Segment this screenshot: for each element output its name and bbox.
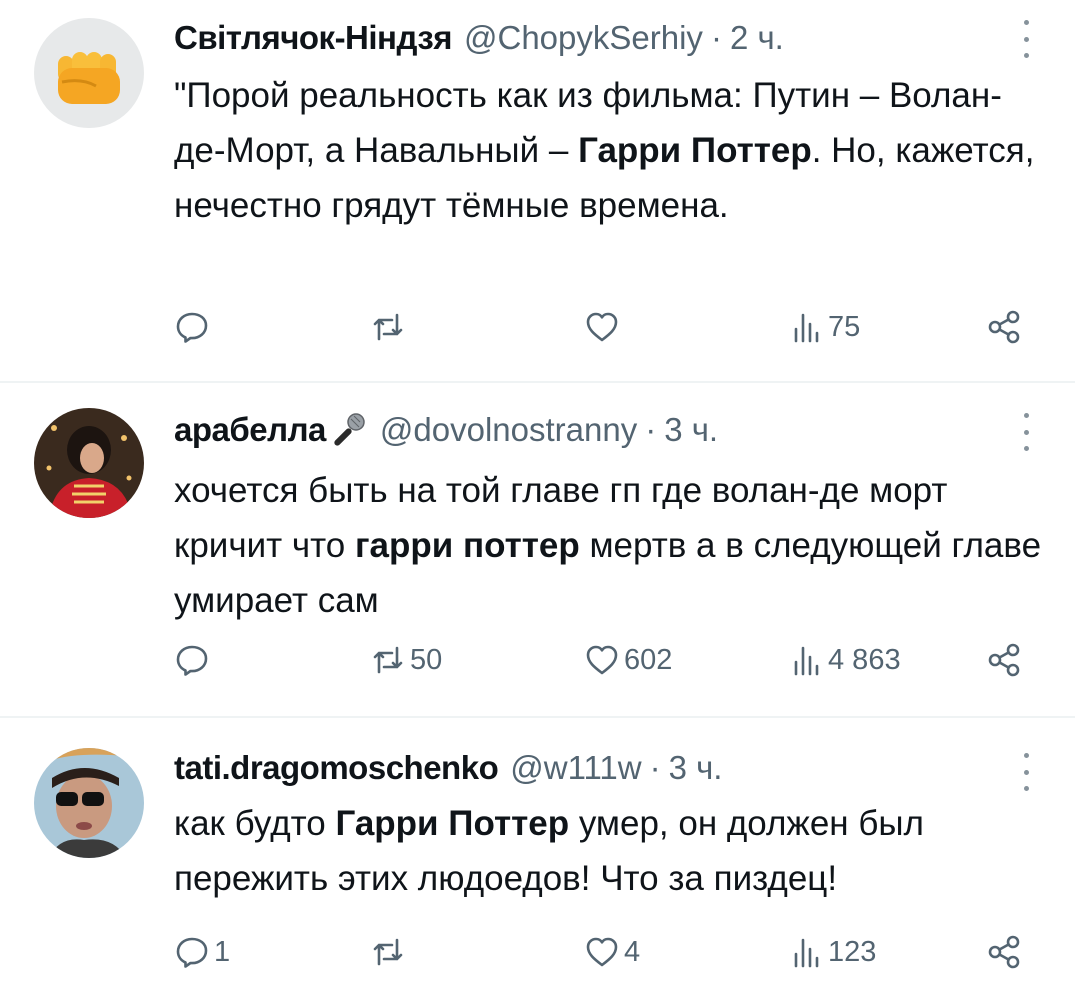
like-button[interactable]: 4 bbox=[584, 930, 640, 974]
share-button[interactable] bbox=[986, 305, 1022, 349]
tweet-text: "Порой реальность как из фильма: Путин –… bbox=[174, 68, 1044, 233]
tweet-text: хочется быть на той главе гп где волан-д… bbox=[174, 463, 1044, 628]
share-icon bbox=[988, 935, 1020, 969]
like-button[interactable] bbox=[584, 305, 624, 349]
user-handle[interactable]: @w111w bbox=[510, 746, 641, 790]
share-button[interactable] bbox=[986, 930, 1022, 974]
views-icon bbox=[794, 313, 819, 343]
more-options-icon[interactable] bbox=[1021, 413, 1031, 451]
tweet-feed: Світлячок-Ніндзя @ChopykSerhiy · 2 ч. "П… bbox=[0, 0, 1075, 984]
views-count: 4 863 bbox=[828, 643, 901, 676]
retweet-icon bbox=[373, 938, 403, 966]
views-count: 75 bbox=[828, 310, 861, 343]
like-count: 4 bbox=[624, 935, 641, 968]
like-button[interactable]: 602 bbox=[584, 638, 672, 682]
reply-count: 1 bbox=[214, 935, 231, 968]
retweet-button[interactable] bbox=[370, 930, 410, 974]
views-icon bbox=[794, 646, 819, 676]
tweet-text-highlight: Гарри Поттер bbox=[335, 804, 570, 843]
retweet-button[interactable]: 50 bbox=[370, 638, 442, 682]
timestamp[interactable]: 3 ч. bbox=[664, 408, 718, 452]
separator-dot: · bbox=[710, 19, 722, 56]
reply-button[interactable] bbox=[174, 638, 214, 682]
tweet-text-part: как будто bbox=[174, 804, 336, 843]
tweet[interactable]: tati.dragomoschenko @w111w · 3 ч. как бу… bbox=[0, 718, 1075, 984]
tweet-header: Світлячок-Ніндзя @ChopykSerhiy · 2 ч. bbox=[174, 16, 784, 60]
views-icon bbox=[794, 938, 819, 968]
reply-icon bbox=[176, 312, 208, 343]
reply-icon bbox=[176, 645, 208, 676]
tweet-text: как будто Гарри Поттер умер, он должен б… bbox=[174, 796, 1044, 906]
reply-button[interactable] bbox=[174, 305, 214, 349]
share-icon bbox=[988, 643, 1020, 677]
more-options-icon[interactable] bbox=[1021, 20, 1031, 58]
avatar[interactable] bbox=[34, 408, 144, 518]
display-name[interactable]: Світлячок-Ніндзя bbox=[174, 16, 453, 60]
share-icon bbox=[988, 310, 1020, 344]
tweet[interactable]: арабелла @dovolnostranny · 3 ч. хочется … bbox=[0, 383, 1075, 716]
heart-icon bbox=[586, 937, 618, 967]
avatar[interactable] bbox=[34, 748, 144, 858]
separator-dot: · bbox=[645, 411, 657, 448]
share-button[interactable] bbox=[986, 638, 1022, 682]
display-name[interactable]: tati.dragomoschenko bbox=[174, 746, 499, 790]
tweet-actions: 75 bbox=[174, 305, 1034, 349]
display-name[interactable]: арабелла bbox=[174, 408, 326, 452]
timestamp[interactable]: 3 ч. bbox=[669, 746, 723, 790]
tweet-actions: 50 602 4 863 bbox=[174, 638, 1034, 682]
views-button[interactable]: 75 bbox=[788, 305, 860, 349]
views-button[interactable]: 4 863 bbox=[788, 638, 901, 682]
retweet-icon bbox=[373, 646, 403, 674]
sunglasses-portrait-icon bbox=[34, 748, 144, 858]
costume-portrait-icon bbox=[34, 408, 144, 518]
tweet[interactable]: Світлячок-Ніндзя @ChopykSerhiy · 2 ч. "П… bbox=[0, 0, 1075, 381]
tweet-header: арабелла @dovolnostranny · 3 ч. bbox=[174, 408, 718, 452]
like-count: 602 bbox=[624, 643, 673, 676]
reply-button[interactable]: 1 bbox=[174, 930, 230, 974]
retweet-count: 50 bbox=[410, 643, 443, 676]
tweet-header: tati.dragomoschenko @w111w · 3 ч. bbox=[174, 746, 722, 790]
retweet-icon bbox=[373, 313, 403, 341]
raised-fist-icon bbox=[34, 18, 144, 128]
tweet-text-highlight: гарри поттер bbox=[354, 526, 580, 565]
heart-icon bbox=[586, 312, 618, 342]
separator-dot: · bbox=[649, 749, 661, 786]
avatar[interactable] bbox=[34, 18, 144, 128]
views-button[interactable]: 123 bbox=[788, 930, 876, 974]
tweet-text-highlight: Гарри Поттер bbox=[578, 131, 812, 170]
user-handle[interactable]: @ChopykSerhiy bbox=[464, 16, 703, 60]
heart-icon bbox=[586, 645, 618, 675]
views-count: 123 bbox=[828, 935, 877, 968]
tweet-actions: 1 4 123 bbox=[174, 930, 1034, 974]
user-handle[interactable]: @dovolnostranny bbox=[380, 408, 637, 452]
more-options-icon[interactable] bbox=[1021, 753, 1031, 791]
timestamp[interactable]: 2 ч. bbox=[730, 16, 784, 60]
microphone-icon bbox=[328, 410, 368, 450]
retweet-button[interactable] bbox=[370, 305, 410, 349]
reply-icon bbox=[176, 937, 208, 968]
